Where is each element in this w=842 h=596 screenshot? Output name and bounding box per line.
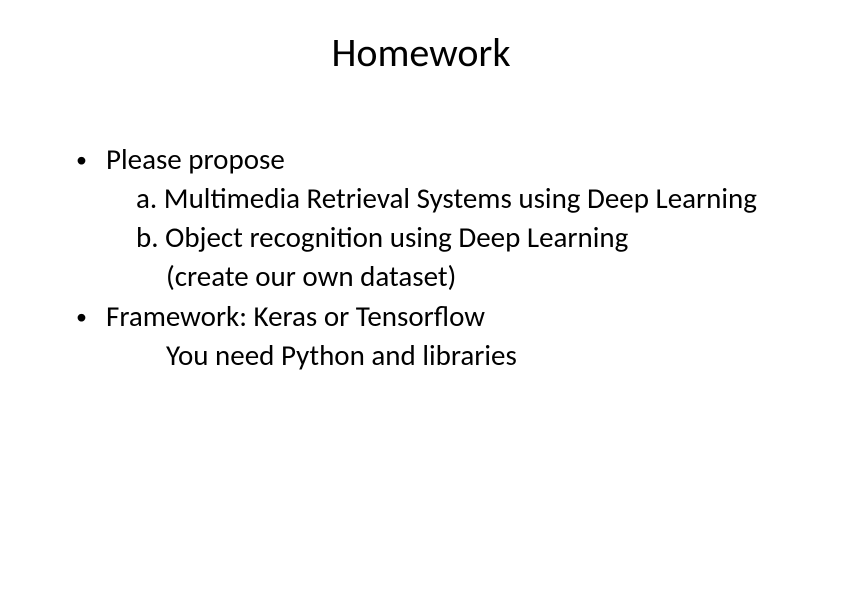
- slide: Homework • Please propose a. Multimedia …: [0, 0, 842, 596]
- slide-body: • Please propose a. Multimedia Retrieval…: [70, 140, 782, 375]
- slide-title: Homework: [0, 28, 842, 77]
- bullet-item: • Framework: Keras or Tensorflow You nee…: [70, 297, 782, 375]
- bullet-line: (create our own dataset): [106, 257, 782, 296]
- bullet-lead: Please propose: [106, 140, 782, 179]
- bullet-line: a. Multimedia Retrieval Systems using De…: [106, 179, 782, 218]
- bullet-marker-icon: •: [70, 297, 106, 336]
- bullet-line: You need Python and libraries: [106, 336, 782, 375]
- bullet-item: • Please propose a. Multimedia Retrieval…: [70, 140, 782, 297]
- bullet-marker-icon: •: [70, 140, 106, 179]
- bullet-content: Please propose a. Multimedia Retrieval S…: [106, 140, 782, 297]
- bullet-lead: Framework: Keras or Tensorflow: [106, 297, 782, 336]
- bullet-content: Framework: Keras or Tensorflow You need …: [106, 297, 782, 375]
- bullet-line: b. Object recognition using Deep Learnin…: [106, 218, 782, 257]
